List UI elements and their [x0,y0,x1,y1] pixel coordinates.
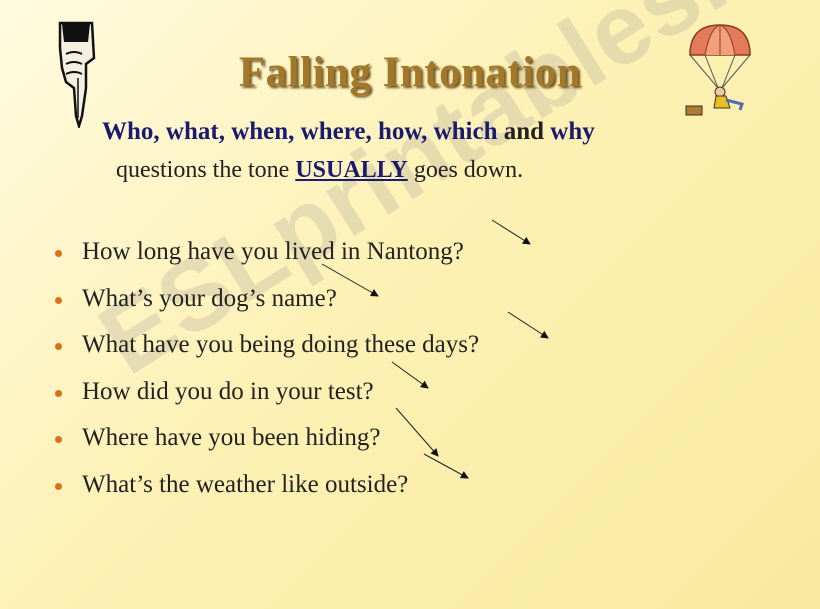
bullet-dot [55,482,62,490]
list-item: What have you being doing these days? [52,331,479,378]
list-item: What’s the weather like outside? [52,471,479,518]
separator: , [218,118,232,145]
bullet-dot [55,436,62,443]
question-word: Who [102,118,154,145]
usually-emphasis: USUALLY [295,157,408,183]
question-text: What’s the weather like outside? [82,470,409,498]
slide: ESLprintables.com Falling Intonation Who… [0,0,820,609]
question-word: where [300,118,366,145]
question-word: when [231,118,289,145]
bullet-dot [55,250,62,257]
question-word: why [550,118,595,145]
question-text: How did you do in your test? [82,377,374,405]
separator: , [421,118,434,145]
question-text: Where have you been hiding? [82,424,381,451]
list-item: What’s your dog’s name? [52,285,479,332]
falling-arrow [507,311,549,339]
bullet-dot [55,389,62,397]
list-item: How did you do in your test? [52,378,479,425]
question-word: how [377,118,422,145]
and-word: and [497,118,551,145]
intro-text: questions the tone [116,157,296,183]
question-text: How long have you lived in Nantong? [82,238,464,265]
question-word: which [433,118,498,145]
intro-explanation: questions the tone USUALLY goes down. [116,157,523,184]
separator: , [153,118,166,145]
question-word: what [165,118,219,145]
question-text: What’s your dog’s name? [82,284,337,312]
intro-text-end: goes down. [407,157,524,183]
bullet-dot [55,296,62,304]
falling-arrow [491,219,531,245]
bullet-dot [55,343,62,350]
question-text: What have you being doing these days? [82,331,480,358]
question-list: How long have you lived in Nantong? What… [52,238,479,517]
question-words-line: Who, what, when, where, how, which and w… [102,118,595,146]
separator: , [365,118,378,145]
list-item: How long have you lived in Nantong? [52,238,479,285]
slide-title: Falling Intonation [238,49,582,96]
separator: , [288,118,301,145]
list-item: Where have you been hiding? [52,424,479,471]
